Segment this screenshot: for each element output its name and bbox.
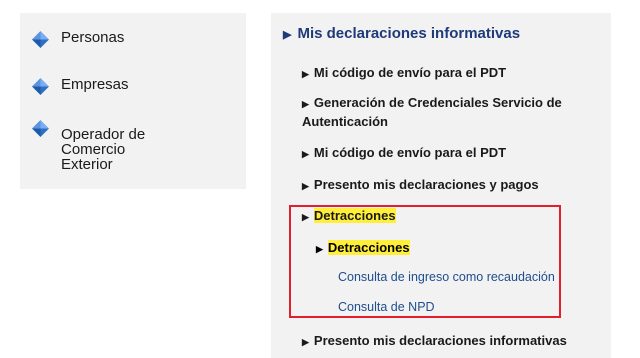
triangle-right-icon: ▶	[302, 212, 309, 222]
link-consulta-ingreso-recaudacion[interactable]: Consulta de ingreso como recaudación	[338, 270, 555, 284]
diamond-icon	[32, 78, 49, 95]
submenu-item-detracciones[interactable]: ▶ Detracciones	[316, 239, 410, 258]
triangle-right-icon: ▶	[302, 337, 309, 347]
menu-item-label: Mi código de envío para el PDT	[313, 145, 507, 160]
sidebar-item-operador-de-comercio-exterior[interactable]: Operador de Comercio Exterior	[32, 119, 145, 172]
menu-header-mis-declaraciones-informativas[interactable]: ▶ Mis declaraciones informativas	[283, 25, 520, 42]
menu-item-presento-declaraciones-pagos[interactable]: ▶ Presento mis declaraciones y pagos	[302, 176, 539, 195]
triangle-right-icon: ▶	[302, 69, 309, 79]
triangle-right-icon: ▶	[302, 99, 309, 109]
menu-header-label: Mis declaraciones informativas	[297, 25, 521, 42]
sidebar-item-label-line: Operador de	[61, 126, 146, 143]
sidebar-item-personas[interactable]: Personas	[32, 30, 124, 48]
link-consulta-npd[interactable]: Consulta de NPD	[338, 300, 435, 314]
triangle-right-icon: ▶	[283, 29, 292, 41]
sidebar-item-empresas[interactable]: Empresas	[32, 77, 129, 95]
menu-item-mi-codigo-envio-pdt-2[interactable]: ▶ Mi código de envío para el PDT	[302, 144, 506, 163]
menu-item-label: Presento mis declaraciones informativas	[313, 333, 567, 348]
sidebar-item-label: Operador de Comercio Exterior	[61, 127, 145, 172]
menu-item-label: Generación de Credenciales Servicio de	[313, 95, 562, 110]
menu-item-generacion-credenciales[interactable]: ▶ Generación de Credenciales Servicio de …	[302, 94, 567, 130]
triangle-right-icon: ▶	[302, 149, 309, 159]
sidebar-item-label: Empresas	[61, 76, 129, 93]
triangle-right-icon: ▶	[316, 244, 323, 254]
diamond-icon	[32, 120, 49, 137]
sidebar-item-label-line: Exterior	[61, 156, 113, 173]
sidebar-item-label-line: Comercio	[61, 141, 126, 158]
menu-item-label: Autenticación	[302, 114, 388, 129]
menu-item-presento-declaraciones-informativas[interactable]: ▶ Presento mis declaraciones informativas	[302, 332, 567, 351]
sidebar-item-label: Personas	[61, 29, 125, 46]
triangle-right-icon: ▶	[302, 181, 309, 191]
menu-item-label: Presento mis declaraciones y pagos	[313, 177, 539, 192]
menu-item-mi-codigo-envio-pdt[interactable]: ▶ Mi código de envío para el PDT	[302, 64, 506, 83]
diamond-icon	[32, 31, 49, 48]
submenu-item-label: Detracciones	[327, 240, 410, 255]
menu-item-label: Detracciones	[313, 208, 396, 223]
menu-item-label: Mi código de envío para el PDT	[313, 65, 507, 80]
menu-item-detracciones[interactable]: ▶ Detracciones	[302, 207, 396, 226]
